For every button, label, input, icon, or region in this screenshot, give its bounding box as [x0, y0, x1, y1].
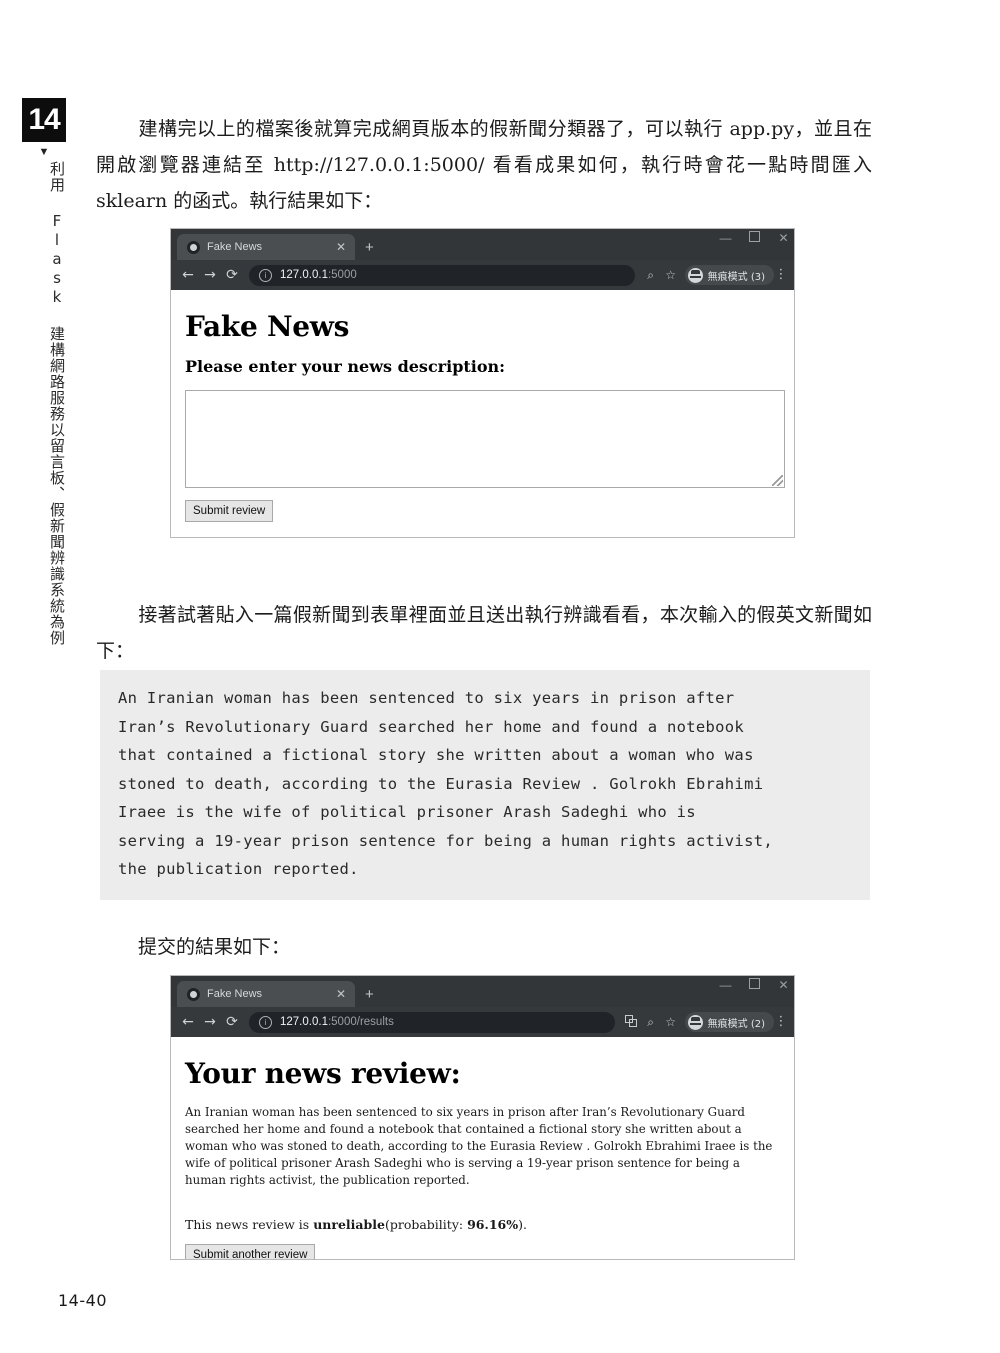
- address-bar[interactable]: i 127.0.0.1:5000/results: [249, 1011, 615, 1033]
- browser-tabstrip: Fake News ✕ + — ✕: [171, 976, 794, 1007]
- submit-another-review-button[interactable]: Submit another review: [185, 1244, 316, 1259]
- browser-tabstrip: Fake News ✕ + — ✕: [171, 229, 794, 260]
- page-content-results: Your news review: An Iranian woman has b…: [171, 1037, 794, 1259]
- bookmark-star-icon[interactable]: ☆: [661, 268, 681, 282]
- forward-icon[interactable]: →: [199, 1014, 221, 1030]
- verdict-label: unreliable: [313, 1217, 385, 1232]
- browser-tab-title: Fake News: [207, 241, 263, 253]
- chapter-number: 14: [22, 98, 66, 142]
- incognito-hat-icon: [687, 1014, 703, 1030]
- zoom-icon[interactable]: ⌕: [641, 1015, 661, 1030]
- window-controls: — ✕: [719, 978, 790, 991]
- browser-screenshot-form: Fake News ✕ + — ✕ ← → ⟳ i 127.0.0.1:5000…: [170, 228, 795, 538]
- incognito-label: 無痕模式 (2): [707, 1018, 765, 1030]
- close-tab-icon[interactable]: ✕: [333, 241, 349, 253]
- chapter-caret-icon: ▼: [38, 146, 50, 158]
- incognito-hat-icon: [687, 267, 703, 283]
- paragraph-intro-text: 建構完以上的檔案後就算完成網頁版本的假新聞分類器了，可以執行 app.py，並且…: [96, 118, 872, 212]
- paragraph-result: 提交的結果如下：: [96, 929, 872, 965]
- page-title: Your news review:: [185, 1057, 461, 1090]
- page-content-form: Fake News Please enter your news descrip…: [171, 290, 794, 537]
- verdict-probability: 96.16%: [467, 1217, 519, 1232]
- verdict-line: This news review is unreliable(probabili…: [185, 1217, 780, 1232]
- browser-menu-icon[interactable]: ⋮: [774, 268, 788, 281]
- url-path: :5000/results: [327, 1016, 394, 1028]
- browser-toolbar: ← → ⟳ i 127.0.0.1:5000/results ⌕ ☆ 無痕模式 …: [171, 1007, 794, 1037]
- browser-tab-title: Fake News: [207, 988, 263, 1000]
- back-icon[interactable]: ←: [177, 1014, 199, 1030]
- browser-screenshot-results: Fake News ✕ + — ✕ ← → ⟳ i 127.0.0.1:5000…: [170, 975, 795, 1260]
- news-review-text: An Iranian woman has been sentenced to s…: [185, 1105, 773, 1187]
- page-number: 14-40: [58, 1291, 107, 1310]
- close-tab-icon[interactable]: ✕: [333, 988, 349, 1000]
- reload-icon[interactable]: ⟳: [221, 1014, 243, 1030]
- close-window-icon[interactable]: ✕: [777, 232, 790, 244]
- chapter-tab: 14 ▼ 利用 Flask 建構網路服務以留言板、假新聞辨識系統為例: [22, 98, 66, 646]
- browser-tab-fake-news[interactable]: Fake News ✕: [177, 234, 355, 260]
- paragraph-result-text: 提交的結果如下：: [138, 936, 291, 958]
- page-title: Fake News: [185, 310, 350, 343]
- translate-glyph: [624, 1014, 637, 1027]
- incognito-badge[interactable]: 無痕模式 (2): [684, 1012, 774, 1032]
- browser-menu-icon[interactable]: ⋮: [774, 1015, 788, 1028]
- window-controls: — ✕: [719, 231, 790, 244]
- maximize-icon[interactable]: [748, 231, 761, 244]
- forward-icon[interactable]: →: [199, 267, 221, 283]
- verdict-suffix: ).: [518, 1217, 527, 1232]
- translate-icon[interactable]: [621, 1014, 641, 1030]
- site-info-icon[interactable]: i: [259, 268, 272, 282]
- site-info-icon[interactable]: i: [259, 1015, 272, 1029]
- minimize-icon[interactable]: —: [719, 232, 732, 244]
- close-window-icon[interactable]: ✕: [777, 979, 790, 991]
- chapter-vertical-title: 利用 Flask 建構網路服務以留言板、假新聞辨識系統為例: [48, 161, 66, 646]
- browser-toolbar: ← → ⟳ i 127.0.0.1:5000 ⌕ ☆ 無痕模式 (3) ⋮: [171, 260, 794, 290]
- address-bar-url: 127.0.0.1:5000: [280, 269, 357, 281]
- bookmark-star-icon[interactable]: ☆: [661, 1015, 681, 1029]
- new-tab-icon[interactable]: +: [365, 987, 374, 1002]
- paragraph-paste-text: 接著試著貼入一篇假新聞到表單裡面並且送出執行辨識看看，本次輸入的假英文新聞如下：: [96, 604, 872, 662]
- reload-icon[interactable]: ⟳: [221, 267, 243, 283]
- news-code-block: An Iranian woman has been sentenced to s…: [100, 670, 870, 900]
- url-host: 127.0.0.1: [280, 1016, 328, 1028]
- verdict-prefix: This news review is: [185, 1217, 314, 1232]
- globe-favicon-icon: [187, 987, 200, 1001]
- zoom-icon[interactable]: ⌕: [641, 268, 661, 283]
- news-description-label: Please enter your news description:: [185, 357, 506, 376]
- news-description-textarea[interactable]: [185, 390, 785, 488]
- verdict-middle: (probability:: [384, 1217, 468, 1232]
- paragraph-intro: 建構完以上的檔案後就算完成網頁版本的假新聞分類器了，可以執行 app.py，並且…: [96, 111, 872, 219]
- paragraph-paste: 接著試著貼入一篇假新聞到表單裡面並且送出執行辨識看看，本次輸入的假英文新聞如下：: [96, 597, 872, 669]
- address-bar-url: 127.0.0.1:5000/results: [280, 1016, 394, 1028]
- globe-favicon-icon: [187, 240, 200, 254]
- url-host: 127.0.0.1: [280, 269, 328, 281]
- submit-review-button[interactable]: Submit review: [185, 500, 274, 522]
- new-tab-icon[interactable]: +: [365, 240, 374, 255]
- incognito-label: 無痕模式 (3): [707, 271, 765, 283]
- address-bar[interactable]: i 127.0.0.1:5000: [249, 264, 635, 286]
- minimize-icon[interactable]: —: [719, 979, 732, 991]
- incognito-badge[interactable]: 無痕模式 (3): [684, 265, 774, 285]
- back-icon[interactable]: ←: [177, 267, 199, 283]
- maximize-icon[interactable]: [748, 978, 761, 991]
- browser-tab-fake-news[interactable]: Fake News ✕: [177, 981, 355, 1007]
- url-path: :5000: [327, 269, 357, 281]
